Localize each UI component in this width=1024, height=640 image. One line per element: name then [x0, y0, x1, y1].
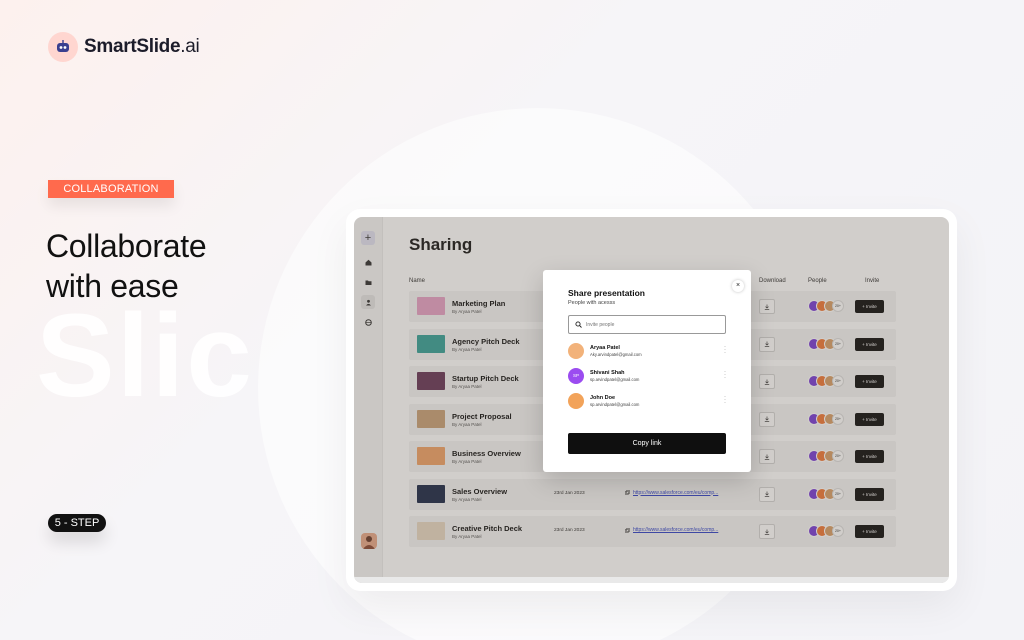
screen-footer: [354, 577, 949, 583]
member-list: Aryaa Patel Aky.arvindpatel@gmail.com · · · S…: [568, 343, 726, 409]
brand-logo: SmartSlide.ai: [48, 32, 200, 62]
background-watermark: Slic: [36, 290, 254, 422]
member-email: Aky.arvindpatel@gmail.com: [590, 352, 642, 357]
more-options-icon[interactable]: · · ·: [724, 394, 726, 406]
invite-search-box[interactable]: [568, 315, 726, 334]
share-modal: × Share presentation People with acesss …: [543, 270, 751, 472]
robot-icon: [48, 32, 78, 62]
more-options-icon[interactable]: · · ·: [724, 369, 726, 381]
section-tag: COLLABORATION: [48, 180, 174, 198]
member-info: John Doe sp.arvindpatel@gmail.com: [590, 395, 639, 407]
brand-name: SmartSlide.ai: [84, 36, 200, 58]
member-info: Shivani Shah sp.arvindpatel@gmail.com: [590, 370, 639, 382]
member-name: Shivani Shah: [590, 370, 625, 376]
brand-name-bold: SmartSlide: [84, 36, 181, 57]
member-row: Aryaa Patel Aky.arvindpatel@gmail.com · · ·: [568, 343, 726, 359]
headline: Collaborate with ease: [46, 226, 207, 306]
member-avatar: [568, 393, 584, 409]
step-badge: 5 - STEP: [48, 514, 106, 532]
app-screen: + Sharing Name Download People Invite Ma…: [354, 217, 949, 583]
modal-title: Share presentation: [568, 288, 645, 298]
close-icon[interactable]: ×: [732, 280, 744, 292]
member-info: Aryaa Patel Aky.arvindpatel@gmail.com: [590, 345, 642, 357]
headline-line-1: Collaborate: [46, 228, 207, 264]
device-frame: + Sharing Name Download People Invite Ma…: [346, 209, 957, 591]
member-avatar: SP: [568, 368, 584, 384]
member-name: Aryaa Patel: [590, 345, 620, 351]
member-row: John Doe sp.arvindpatel@gmail.com · · ·: [568, 393, 726, 409]
copy-link-button[interactable]: Copy link: [568, 433, 726, 454]
member-row: SP Shivani Shah sp.arvindpatel@gmail.com · ·…: [568, 368, 726, 384]
brand-name-light: .ai: [180, 36, 200, 57]
modal-subtitle: People with acesss: [568, 300, 616, 306]
member-email: sp.arvindpatel@gmail.com: [590, 377, 640, 382]
member-name: John Doe: [590, 395, 616, 401]
invite-input[interactable]: [586, 321, 716, 328]
member-avatar: [568, 343, 584, 359]
more-options-icon[interactable]: · · ·: [724, 344, 726, 356]
search-icon: [575, 321, 582, 328]
member-email: sp.arvindpatel@gmail.com: [590, 402, 640, 407]
headline-line-2: with ease: [46, 268, 179, 304]
